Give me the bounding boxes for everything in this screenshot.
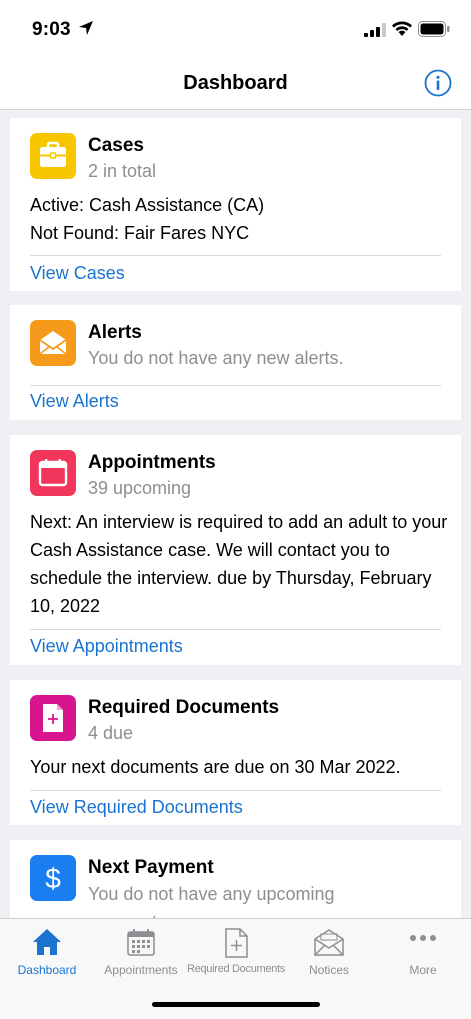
dollar-icon: $ bbox=[30, 855, 76, 901]
tab-label-dashboard: Dashboard bbox=[17, 963, 77, 977]
cases-card: Cases 2 in total Active: Cash Assistance… bbox=[10, 118, 461, 291]
documents-subtitle: 4 due bbox=[88, 723, 134, 743]
required-documents-card: Required Documents 4 due Your next docum… bbox=[10, 680, 461, 825]
calendar-icon bbox=[127, 929, 155, 956]
payment-title: Next Payment bbox=[88, 857, 214, 878]
appointments-next-text: Next: An interview is required to add an… bbox=[30, 512, 448, 616]
svg-text:$: $ bbox=[45, 863, 61, 894]
tab-required-documents[interactable]: Required Documents bbox=[186, 919, 286, 979]
cases-notfound-line: Not Found: Fair Fares NYC bbox=[30, 223, 250, 243]
documents-divider bbox=[30, 790, 441, 791]
view-alerts-link[interactable]: View Alerts bbox=[30, 391, 119, 412]
alerts-divider bbox=[30, 385, 441, 386]
page-title: Dashboard bbox=[183, 72, 288, 94]
cases-title: Cases bbox=[88, 135, 144, 156]
tab-dashboard[interactable]: Dashboard bbox=[5, 919, 89, 979]
alerts-title: Alerts bbox=[88, 322, 142, 343]
briefcase-icon bbox=[30, 133, 76, 179]
next-payment-card: $ Next Payment You do not have any upcom… bbox=[10, 840, 461, 918]
tab-appointments[interactable]: Appointments bbox=[96, 919, 186, 979]
tab-label-more: More bbox=[409, 963, 437, 977]
location-arrow-icon bbox=[79, 21, 93, 35]
alerts-subtitle: You do not have any new alerts. bbox=[88, 348, 344, 368]
appointments-card: Appointments 39 upcoming Next: An interv… bbox=[10, 435, 461, 665]
tab-label-required-documents: Required Documents bbox=[187, 963, 285, 975]
tab-label-appointments: Appointments bbox=[104, 963, 178, 977]
battery-icon bbox=[418, 21, 450, 37]
navigation-bar: Dashboard bbox=[0, 58, 471, 110]
appointments-title: Appointments bbox=[88, 452, 216, 473]
document-add-icon bbox=[30, 695, 76, 741]
appointments-subtitle: 39 upcoming bbox=[88, 478, 192, 498]
document-add-icon bbox=[225, 928, 248, 958]
tab-more[interactable]: More bbox=[384, 919, 462, 979]
alerts-card: Alerts You do not have any new alerts. V… bbox=[10, 305, 461, 420]
documents-due-text: Your next documents are due on 30 Mar 20… bbox=[30, 757, 401, 777]
wifi-icon bbox=[392, 21, 412, 36]
tab-label-notices: Notices bbox=[308, 963, 349, 977]
calendar-icon bbox=[30, 450, 76, 496]
status-bar: 9:03 bbox=[0, 0, 471, 58]
cellular-signal-icon bbox=[364, 23, 386, 37]
payment-subtitle: You do not have any upcoming payments. bbox=[88, 884, 335, 918]
view-cases-link[interactable]: View Cases bbox=[30, 263, 125, 284]
documents-title: Required Documents bbox=[88, 697, 280, 718]
ellipsis-icon bbox=[410, 935, 436, 941]
envelope-icon bbox=[30, 320, 76, 366]
home-icon bbox=[33, 929, 61, 955]
cases-active-line: Active: Cash Assistance (CA) bbox=[30, 195, 265, 215]
cases-divider bbox=[30, 255, 441, 256]
envelope-icon bbox=[314, 929, 344, 956]
status-time: 9:03 bbox=[32, 19, 71, 40]
appointments-divider bbox=[30, 629, 441, 630]
tab-notices[interactable]: Notices bbox=[288, 919, 370, 979]
view-required-documents-link[interactable]: View Required Documents bbox=[30, 797, 243, 818]
home-indicator[interactable] bbox=[152, 1002, 320, 1007]
cases-subtitle: 2 in total bbox=[88, 161, 157, 181]
view-appointments-link[interactable]: View Appointments bbox=[30, 636, 183, 657]
info-icon[interactable] bbox=[424, 69, 452, 97]
dashboard-content[interactable]: Cases 2 in total Active: Cash Assistance… bbox=[0, 110, 471, 918]
